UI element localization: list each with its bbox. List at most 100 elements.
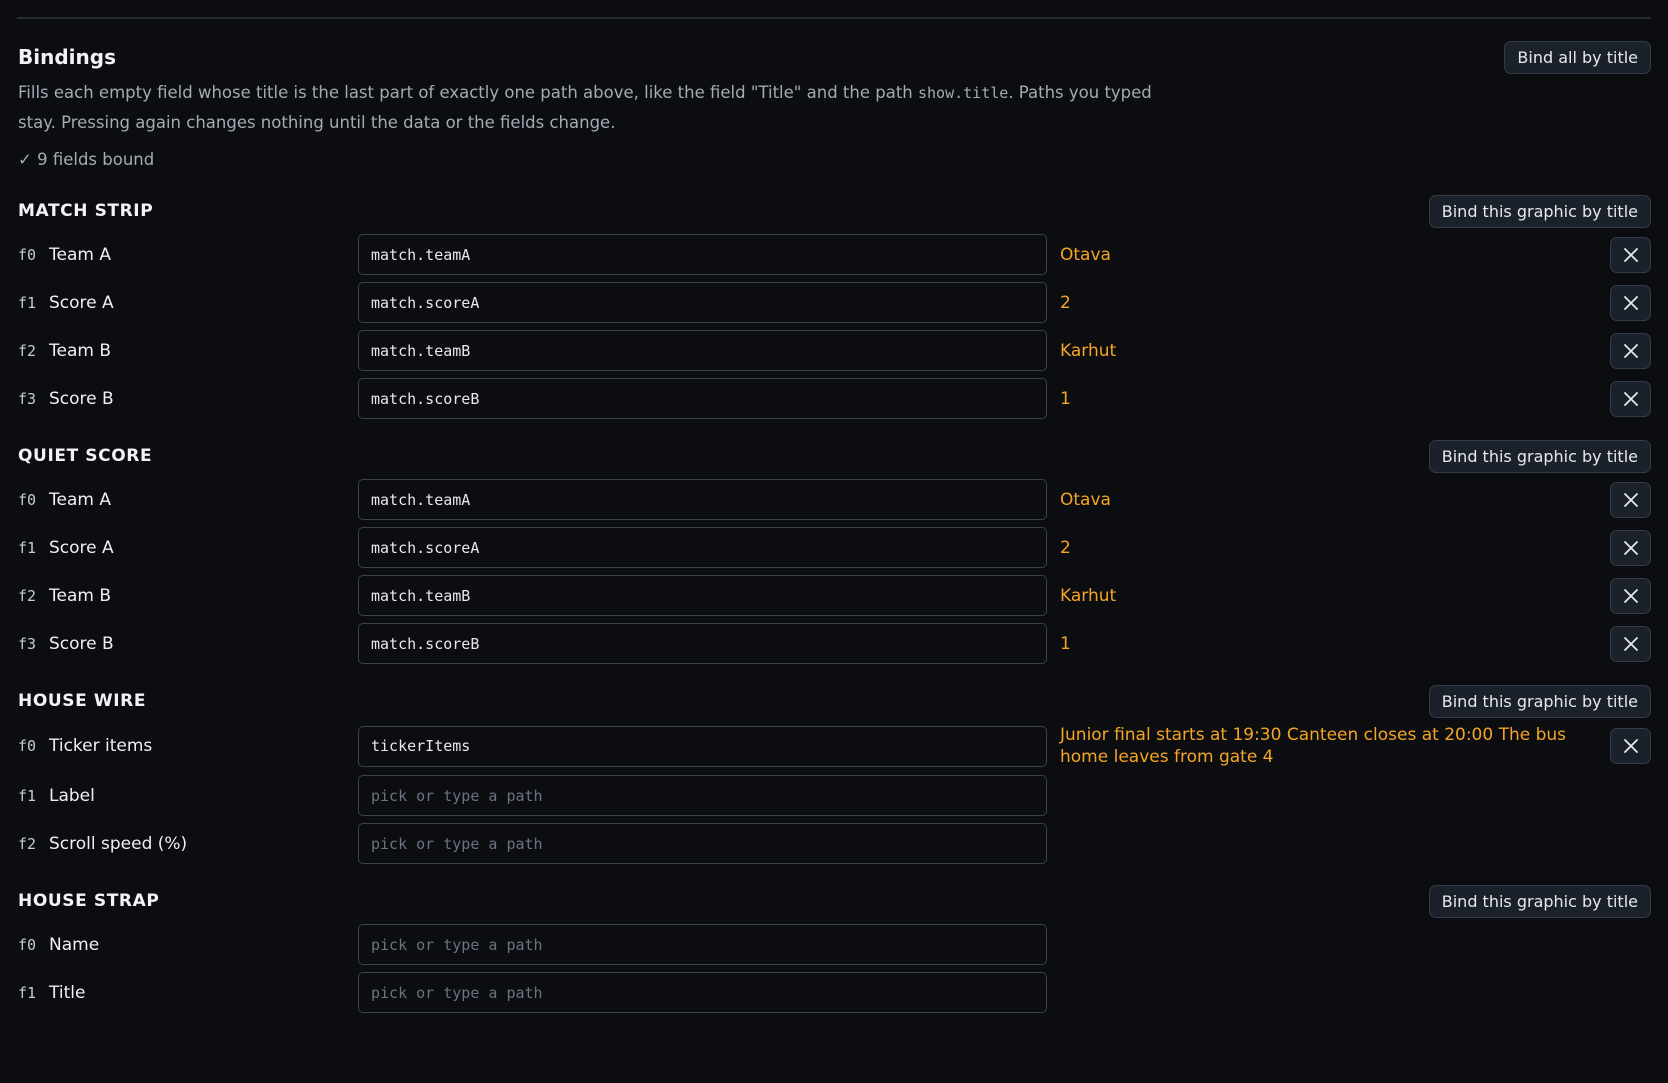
clear-binding-button[interactable] — [1610, 380, 1651, 417]
section-title: QUIET SCORE — [18, 446, 153, 466]
field-id: f3 — [18, 634, 37, 653]
field-row: f0 Ticker items Junior final starts at 19:… — [18, 724, 1651, 768]
field-value: 1 — [1060, 388, 1071, 409]
field-row: f2 Team B Karhut — [18, 575, 1651, 616]
field-row: f0 Name — [18, 924, 1651, 965]
close-icon — [1623, 588, 1638, 603]
field-value: Junior final starts at 19:30 Canteen clo… — [1060, 725, 1567, 767]
field-label: Ticker items — [49, 736, 153, 756]
field-id: f2 — [18, 341, 37, 360]
field-id: f1 — [18, 293, 37, 312]
field-value: Otava — [1060, 244, 1111, 265]
field-row: f2 Team B Karhut — [18, 330, 1651, 371]
path-input[interactable] — [358, 775, 1047, 816]
path-input[interactable] — [358, 234, 1047, 275]
field-row: f3 Score B 1 — [18, 623, 1651, 664]
field-id: f1 — [18, 538, 37, 557]
section-title: MATCH STRIP — [18, 201, 154, 221]
section-title: HOUSE STRAP — [18, 891, 160, 911]
path-input[interactable] — [358, 575, 1047, 616]
field-label: Team B — [49, 585, 111, 606]
field-value: 2 — [1060, 292, 1071, 313]
field-label: Team A — [49, 489, 111, 510]
clear-binding-button[interactable] — [1610, 728, 1651, 764]
clear-binding-button[interactable] — [1610, 625, 1651, 662]
clear-binding-button[interactable] — [1610, 284, 1651, 321]
path-input[interactable] — [358, 725, 1047, 767]
graphic-section: QUIET SCORE Bind this graphic by title f0 T… — [18, 439, 1651, 664]
field-id: f1 — [18, 983, 37, 1002]
field-label: Title — [49, 982, 86, 1003]
field-label: Name — [49, 934, 100, 955]
field-value: Otava — [1060, 489, 1111, 510]
bindings-title: Bindings — [18, 45, 116, 69]
clear-binding-button[interactable] — [1610, 529, 1651, 566]
bindings-description: Fills each empty field whose title is th… — [18, 78, 1158, 138]
bind-graphic-button[interactable]: Bind this graphic by title — [1428, 194, 1651, 228]
clear-binding-button[interactable] — [1610, 577, 1651, 614]
field-value: 2 — [1060, 537, 1071, 558]
path-input[interactable] — [358, 924, 1047, 965]
field-label: Score B — [49, 388, 114, 409]
bind-graphic-button[interactable]: Bind this graphic by title — [1428, 684, 1651, 718]
field-row: f1 Score A 2 — [18, 282, 1651, 323]
path-input[interactable] — [358, 479, 1047, 520]
section-header: QUIET SCORE Bind this graphic by title — [18, 439, 1651, 473]
close-icon — [1623, 343, 1638, 358]
field-id: f0 — [18, 490, 37, 509]
field-label: Team B — [49, 340, 111, 361]
field-value: Karhut — [1060, 340, 1117, 361]
bind-all-button[interactable]: Bind all by title — [1504, 40, 1651, 74]
path-input[interactable] — [358, 972, 1047, 1013]
field-row: f1 Score A 2 — [18, 527, 1651, 568]
top-divider — [17, 17, 1651, 19]
field-id: f0 — [18, 245, 37, 264]
field-row: f0 Team A Otava — [18, 234, 1651, 275]
graphic-section: MATCH STRIP Bind this graphic by title f0 T… — [18, 194, 1651, 419]
close-icon — [1623, 247, 1638, 262]
field-value: 1 — [1060, 633, 1071, 654]
field-row: f3 Score B 1 — [18, 378, 1651, 419]
bindings-panel: Bindings Bind all by title Fills each em… — [18, 40, 1651, 1020]
section-header: MATCH STRIP Bind this graphic by title — [18, 194, 1651, 228]
section-title: HOUSE WIRE — [18, 691, 147, 711]
field-id: f2 — [18, 586, 37, 605]
close-icon — [1623, 492, 1638, 507]
field-row: f1 Title — [18, 972, 1651, 1013]
clear-binding-button[interactable] — [1610, 481, 1651, 518]
field-id: f3 — [18, 389, 37, 408]
field-row: f1 Label — [18, 775, 1651, 816]
bound-status: ✓ 9 fields bound — [18, 150, 155, 169]
field-label: Score A — [49, 537, 114, 558]
path-input[interactable] — [358, 527, 1047, 568]
field-id: f0 — [18, 737, 37, 755]
close-icon — [1623, 739, 1638, 753]
close-icon — [1623, 295, 1638, 310]
close-icon — [1623, 391, 1638, 406]
field-label: Scroll speed (%) — [49, 833, 188, 854]
path-input[interactable] — [358, 623, 1047, 664]
path-input[interactable] — [358, 282, 1047, 323]
field-id: f2 — [18, 834, 37, 853]
bind-graphic-button[interactable]: Bind this graphic by title — [1428, 884, 1651, 918]
field-label: Label — [49, 785, 95, 806]
path-input[interactable] — [358, 823, 1047, 864]
field-label: Score B — [49, 633, 114, 654]
description-text: Fills each empty field whose title is th… — [18, 83, 918, 102]
graphic-section: HOUSE STRAP Bind this graphic by title f0 N… — [18, 884, 1651, 1013]
path-input[interactable] — [358, 378, 1047, 419]
close-icon — [1623, 636, 1638, 651]
description-code: show.title — [918, 84, 1009, 102]
field-id: f1 — [18, 786, 37, 805]
bind-graphic-button[interactable]: Bind this graphic by title — [1428, 439, 1651, 473]
field-row: f2 Scroll speed (%) — [18, 823, 1651, 864]
field-id: f0 — [18, 935, 37, 954]
field-label: Team A — [49, 244, 111, 265]
section-header: HOUSE STRAP Bind this graphic by title — [18, 884, 1651, 918]
path-input[interactable] — [358, 330, 1047, 371]
clear-binding-button[interactable] — [1610, 332, 1651, 369]
section-header: HOUSE WIRE Bind this graphic by title — [18, 684, 1651, 718]
clear-binding-button[interactable] — [1610, 236, 1651, 273]
bindings-header: Bindings Bind all by title — [18, 40, 1651, 74]
field-row: f0 Team A Otava — [18, 479, 1651, 520]
